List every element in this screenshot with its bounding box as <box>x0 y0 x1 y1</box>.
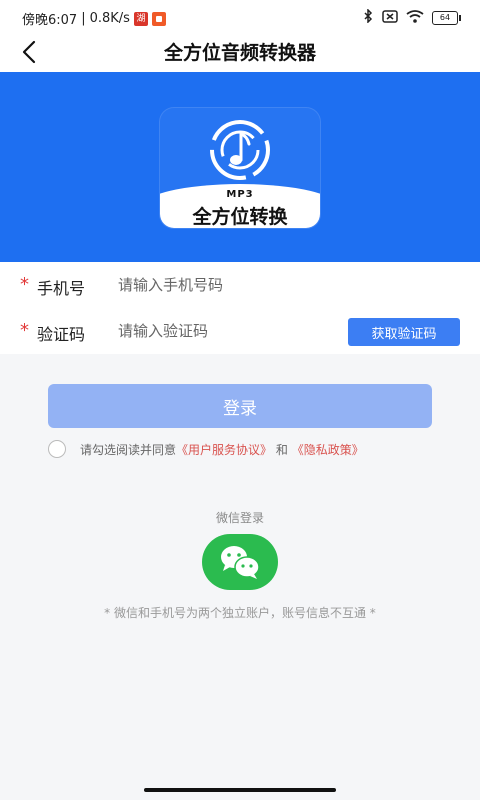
music-note-icon <box>210 120 270 180</box>
wechat-note: * 微信和手机号为两个独立账户，账号信息不互通 * <box>104 606 376 620</box>
status-divider: | <box>81 11 86 26</box>
phone-row: * 手机号 <box>0 262 480 306</box>
code-label: 验证码 <box>37 325 86 344</box>
user-agreement-link[interactable]: 《用户服务协议》 <box>176 443 272 457</box>
code-row: * 验证码 获取验证码 <box>0 308 480 352</box>
agreement-text: 请勾选阅读并同意《用户服务协议》 和 《隐私政策》 <box>80 441 364 458</box>
code-input[interactable] <box>116 316 340 346</box>
banner: MP3 全方位转换 <box>0 72 480 262</box>
required-mark: * <box>20 274 29 295</box>
status-bar: 傍晚6:07 | 0.8K/s 湖 64 <box>0 0 480 34</box>
login-screen: 傍晚6:07 | 0.8K/s 湖 64 全方位音频转换器 MP3 全方位转换 … <box>0 0 480 800</box>
network-speed: 0.8K/s <box>89 11 130 26</box>
status-right: 64 <box>362 8 461 27</box>
app-notification-icon <box>151 11 166 26</box>
agreement-conjunction: 和 <box>275 443 288 457</box>
page-title: 全方位音频转换器 <box>163 42 316 64</box>
login-button[interactable]: 登录 <box>48 384 432 428</box>
wifi-icon <box>406 9 424 27</box>
nav-bar: 全方位音频转换器 <box>0 34 480 72</box>
home-indicator[interactable] <box>144 788 336 792</box>
agreement: 请勾选阅读并同意《用户服务协议》 和 《隐私政策》 <box>48 439 448 459</box>
logo-name: 全方位转换 <box>192 206 288 228</box>
battery-icon: 64 <box>432 11 461 25</box>
login-form: * 手机号 * 验证码 获取验证码 <box>0 262 480 354</box>
wechat-login-button[interactable] <box>202 534 278 590</box>
sim-off-icon <box>382 9 398 27</box>
phone-input[interactable] <box>116 270 340 300</box>
app-logo: MP3 全方位转换 <box>160 108 320 228</box>
agreement-prefix: 请勾选阅读并同意 <box>80 443 177 457</box>
bluetooth-icon <box>362 8 374 27</box>
phone-label: 手机号 <box>37 279 86 298</box>
privacy-policy-link[interactable]: 《隐私政策》 <box>292 443 364 457</box>
get-code-button[interactable]: 获取验证码 <box>348 318 460 346</box>
wechat-icon <box>221 546 260 579</box>
notification-badge: 湖 <box>133 11 148 26</box>
logo-caption: MP3 <box>226 189 254 200</box>
status-left: 傍晚6:07 | 0.8K/s 湖 <box>22 9 166 28</box>
status-time: 傍晚6:07 <box>22 13 78 28</box>
wechat-login-title: 微信登录 <box>215 511 264 525</box>
agree-checkbox[interactable] <box>48 440 66 458</box>
required-mark: * <box>20 320 29 341</box>
